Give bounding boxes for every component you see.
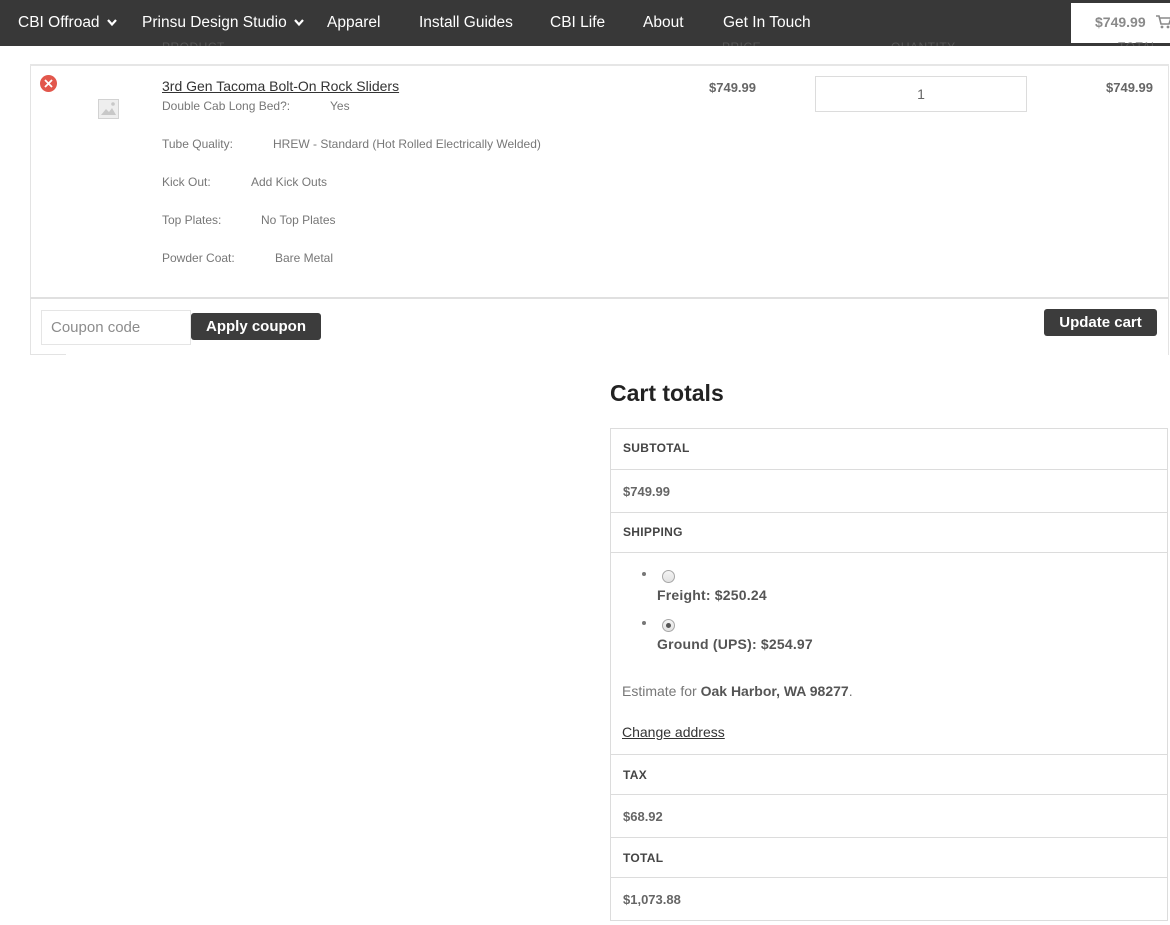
total-label-row: TOTAL bbox=[611, 837, 1167, 877]
option-value: Add Kick Outs bbox=[251, 175, 328, 189]
change-address-link[interactable]: Change address bbox=[622, 724, 725, 740]
option-label: Kick Out: bbox=[162, 175, 211, 189]
remove-item-button[interactable] bbox=[40, 75, 57, 92]
shipping-option-freight-radio[interactable] bbox=[662, 570, 675, 583]
option-value: Bare Metal bbox=[275, 251, 334, 265]
shipping-option-ground-radio[interactable] bbox=[662, 619, 675, 632]
coupon-code-input[interactable] bbox=[41, 310, 191, 345]
estimate-suffix: . bbox=[848, 683, 853, 699]
divider bbox=[30, 354, 66, 355]
estimate-prefix: Estimate for bbox=[622, 683, 701, 699]
estimate-location: Oak Harbor, WA 98277 bbox=[700, 683, 849, 699]
tax-label: TAX bbox=[623, 768, 648, 782]
option-label: Double Cab Long Bed?: bbox=[162, 99, 291, 113]
tax-value-row: $68.92 bbox=[611, 794, 1167, 837]
list-bullet bbox=[642, 572, 646, 576]
tax-label-row: TAX bbox=[611, 754, 1167, 794]
column-header-price: PRICE bbox=[722, 36, 761, 46]
column-header-product: PRODUCT bbox=[162, 36, 225, 46]
column-header-total: TOTAL bbox=[1118, 36, 1158, 46]
shipping-label: SHIPPING bbox=[623, 525, 683, 539]
nav-item-apparel[interactable]: Apparel bbox=[327, 0, 380, 46]
nav-item-label: Prinsu Design Studio bbox=[142, 14, 287, 31]
nav-item-install-guides[interactable]: Install Guides bbox=[419, 0, 513, 46]
quantity-input[interactable] bbox=[815, 76, 1027, 112]
shipping-option-freight-label[interactable]: Freight: $250.24 bbox=[657, 587, 767, 603]
shipping-label-row: SHIPPING bbox=[611, 512, 1167, 552]
subtotal-label: SUBTOTAL bbox=[623, 441, 690, 455]
option-value: Yes bbox=[330, 99, 350, 113]
apply-coupon-button[interactable]: Apply coupon bbox=[191, 313, 321, 340]
nav-item-label: CBI Offroad bbox=[18, 14, 100, 31]
chevron-down-icon bbox=[293, 19, 304, 27]
cart-totals-heading: Cart totals bbox=[610, 380, 724, 406]
product-name-link[interactable]: 3rd Gen Tacoma Bolt-On Rock Sliders bbox=[162, 78, 399, 94]
subtotal-value-row: $749.99 bbox=[611, 469, 1167, 512]
shipping-option-ground-label[interactable]: Ground (UPS): $254.97 bbox=[657, 636, 813, 652]
subtotal-value: $749.99 bbox=[623, 484, 670, 499]
update-cart-button[interactable]: Update cart bbox=[1044, 309, 1157, 336]
option-value: HREW - Standard (Hot Rolled Electrically… bbox=[273, 137, 541, 151]
cart-icon bbox=[1156, 15, 1170, 29]
nav-item-about[interactable]: About bbox=[643, 0, 684, 46]
order-total-value: $1,073.88 bbox=[623, 892, 681, 907]
option-label: Powder Coat: bbox=[162, 251, 235, 265]
column-header-quantity: QUANTITY bbox=[891, 36, 956, 46]
nav-item-cbi-offroad[interactable]: CBI Offroad bbox=[18, 0, 118, 46]
option-label: Top Plates: bbox=[162, 213, 222, 227]
option-label: Tube Quality: bbox=[162, 137, 233, 151]
cart-totals-table: SUBTOTAL $749.99 SHIPPING TAX $68.92 TOT… bbox=[610, 428, 1168, 921]
tax-value: $68.92 bbox=[623, 809, 663, 824]
nav-item-cbi-life[interactable]: CBI Life bbox=[550, 0, 605, 46]
item-price: $749.99 bbox=[709, 80, 756, 95]
option-value: No Top Plates bbox=[261, 213, 336, 227]
list-bullet bbox=[642, 621, 646, 625]
divider bbox=[30, 64, 1169, 66]
image-placeholder-icon bbox=[98, 99, 119, 119]
subtotal-label-row: SUBTOTAL bbox=[611, 428, 1167, 469]
item-total: $749.99 bbox=[1106, 80, 1153, 95]
total-value-row: $1,073.88 bbox=[611, 877, 1167, 920]
remove-icon bbox=[44, 79, 53, 88]
total-label: TOTAL bbox=[623, 851, 664, 865]
chevron-down-icon bbox=[106, 19, 117, 27]
shipping-estimate: Estimate for Oak Harbor, WA 98277. bbox=[622, 683, 853, 699]
